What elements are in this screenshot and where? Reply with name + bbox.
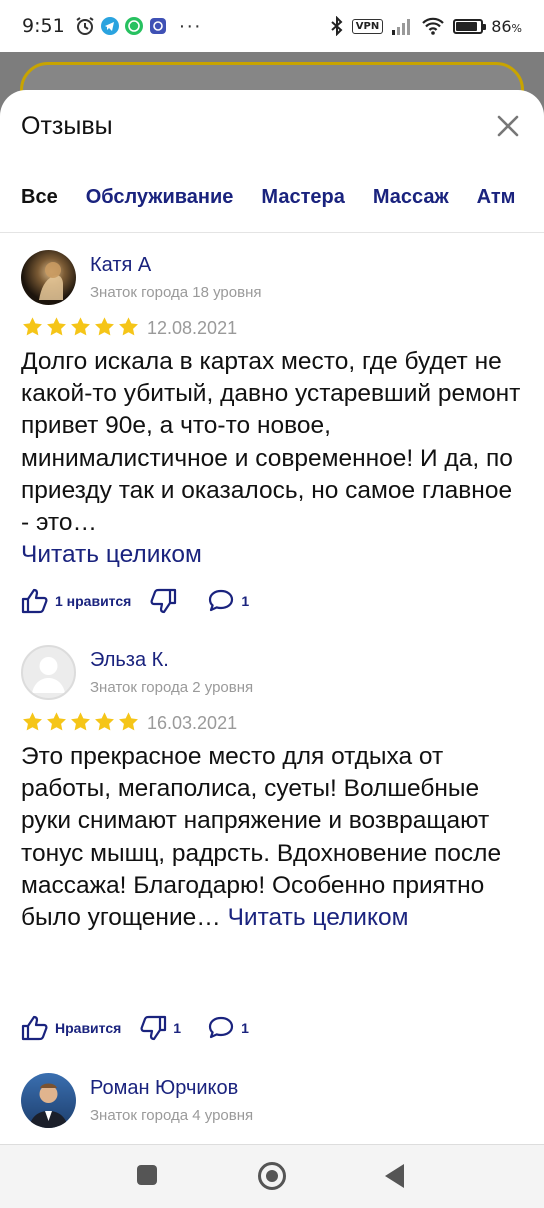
thumbs-up-icon	[21, 1015, 48, 1041]
notification-icons	[75, 16, 167, 36]
reviews-sheet: Отзывы Все Обслуживание Мастера Массаж А…	[0, 90, 544, 1144]
close-icon[interactable]	[494, 112, 522, 140]
review-body: Это прекрасное место для отдыха от работ…	[21, 743, 502, 932]
review-tabs: Все Обслуживание Мастера Массаж Атм	[21, 186, 515, 209]
review-author[interactable]: Роман Юрчиков	[90, 1077, 238, 1100]
status-time: 9:51	[22, 15, 65, 37]
battery-percent: 86%	[491, 16, 522, 36]
status-bar: 9:51 ··· VPN 86%	[0, 0, 544, 52]
read-more-link[interactable]: Читать целиком	[228, 904, 409, 931]
tab-atmosphere[interactable]: Атм	[477, 186, 516, 209]
whatsapp-icon	[124, 17, 143, 35]
star-icon	[47, 317, 66, 336]
tab-all[interactable]: Все	[21, 186, 58, 209]
avatar[interactable]	[21, 1073, 76, 1128]
recent-apps-button[interactable]	[137, 1165, 157, 1185]
like-label: Нравится	[55, 1020, 122, 1036]
review-date: 12.08.2021	[147, 318, 238, 338]
tab-service[interactable]: Обслуживание	[86, 186, 234, 209]
back-button[interactable]	[385, 1164, 404, 1188]
review-author-level: Знаток города 2 уровня	[90, 679, 254, 696]
avatar[interactable]	[21, 645, 76, 700]
read-more-link[interactable]: Читать целиком	[21, 541, 202, 568]
star-icon	[119, 712, 138, 731]
review-date: 16.03.2021	[147, 713, 238, 733]
review-text: Долго искала в картах место, где будет н…	[21, 346, 526, 571]
review-body: Долго искала в картах место, где будет н…	[21, 348, 521, 537]
battery-icon	[453, 18, 487, 34]
rating-stars	[21, 711, 140, 733]
comment-button[interactable]: 1	[207, 588, 249, 614]
sheet-title: Отзывы	[21, 112, 113, 140]
thumbs-up-icon	[21, 588, 48, 614]
star-icon	[119, 317, 138, 336]
thumbs-down-icon	[140, 1015, 167, 1041]
vpn-badge: VPN	[351, 18, 384, 34]
wifi-icon	[422, 17, 444, 35]
star-icon	[95, 712, 114, 731]
review-author[interactable]: Катя А	[90, 254, 151, 277]
tabs-divider	[0, 232, 544, 233]
review-author[interactable]: Эльза К.	[90, 649, 169, 672]
star-icon	[71, 712, 90, 731]
telegram-icon	[100, 17, 119, 35]
review-author-level: Знаток города 4 уровня	[90, 1107, 254, 1124]
like-label: 1 нравится	[55, 593, 132, 609]
comment-count: 1	[241, 1020, 249, 1036]
dislike-button[interactable]: 1	[139, 1015, 181, 1041]
comment-icon	[209, 589, 234, 612]
review-text: Это прекрасное место для отдыха от работ…	[21, 741, 526, 934]
star-icon	[71, 317, 90, 336]
tab-masters[interactable]: Мастера	[261, 186, 344, 209]
tab-massage[interactable]: Массаж	[373, 186, 449, 209]
dislike-count: 1	[173, 1020, 182, 1036]
comment-count: 1	[241, 593, 250, 609]
review-actions: Нравится 1 1	[21, 1015, 249, 1041]
system-navigation-bar	[0, 1144, 544, 1208]
alarm-clock-icon	[76, 17, 94, 35]
review-actions: 1 нравится 1	[21, 588, 249, 614]
star-icon	[23, 317, 42, 336]
like-button[interactable]: Нравится	[21, 1015, 121, 1041]
avatar[interactable]	[21, 250, 76, 305]
more-notifications-icon: ···	[178, 14, 202, 37]
rating-stars	[21, 316, 140, 338]
app-notification-icon	[149, 18, 166, 34]
star-icon	[95, 317, 114, 336]
signal-icon	[392, 19, 411, 35]
comment-icon	[208, 1016, 234, 1039]
default-avatar-icon	[32, 657, 65, 693]
like-button[interactable]: 1 нравится	[21, 588, 131, 614]
thumbs-down-icon	[150, 588, 177, 614]
dislike-button[interactable]	[149, 588, 183, 614]
star-icon	[23, 712, 42, 731]
comment-button[interactable]: 1	[207, 1015, 249, 1041]
star-icon	[47, 712, 66, 731]
review-author-level: Знаток города 18 уровня	[90, 284, 262, 301]
home-button[interactable]	[258, 1162, 286, 1190]
bluetooth-icon	[331, 16, 343, 36]
